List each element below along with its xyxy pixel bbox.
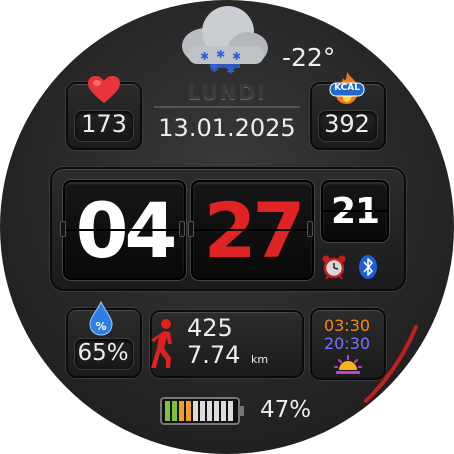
humidity-badge: % xyxy=(95,320,107,333)
watch-face: ✱ ✱ ✱ ✱ ✱ -22° 173 LUNDI 13.01.2025 KCAL 39… xyxy=(0,0,454,454)
heart-rate-value: 173 xyxy=(81,110,127,138)
steps-value: 425 xyxy=(187,314,233,342)
minutes-flip-card: 27 xyxy=(191,180,314,280)
svg-text:✱: ✱ xyxy=(232,50,241,63)
heart-icon xyxy=(88,76,120,103)
distance-value: 7.74 xyxy=(187,341,241,369)
battery-icon xyxy=(160,397,244,425)
sunrise-icon xyxy=(334,355,362,374)
bluetooth-icon[interactable] xyxy=(358,254,378,280)
humidity-value: 65% xyxy=(77,340,129,366)
alarm-clock-icon[interactable] xyxy=(321,254,347,280)
snow-cloud-icon: ✱ ✱ ✱ ✱ ✱ xyxy=(182,6,268,77)
day-name-label: LUNDI xyxy=(187,80,267,104)
svg-text:✱: ✱ xyxy=(216,48,225,61)
kcal-badge: KCAL xyxy=(334,83,360,93)
svg-text:✱: ✱ xyxy=(200,50,209,63)
date-label: 13.01.2025 xyxy=(158,114,296,142)
calories-value: 392 xyxy=(324,110,370,138)
hours-flip-card: 04 xyxy=(63,180,186,280)
battery-percent: 47% xyxy=(260,397,312,423)
temperature-label: -22° xyxy=(282,43,336,72)
date-divider xyxy=(154,106,300,108)
svg-text:✱: ✱ xyxy=(210,62,219,75)
sunrise-time: 03:30 xyxy=(323,316,371,335)
walking-person-icon xyxy=(151,319,172,368)
sunset-time: 20:30 xyxy=(323,334,371,353)
distance-unit: km xyxy=(251,353,269,366)
seconds-flip-card: 21 xyxy=(321,180,389,242)
